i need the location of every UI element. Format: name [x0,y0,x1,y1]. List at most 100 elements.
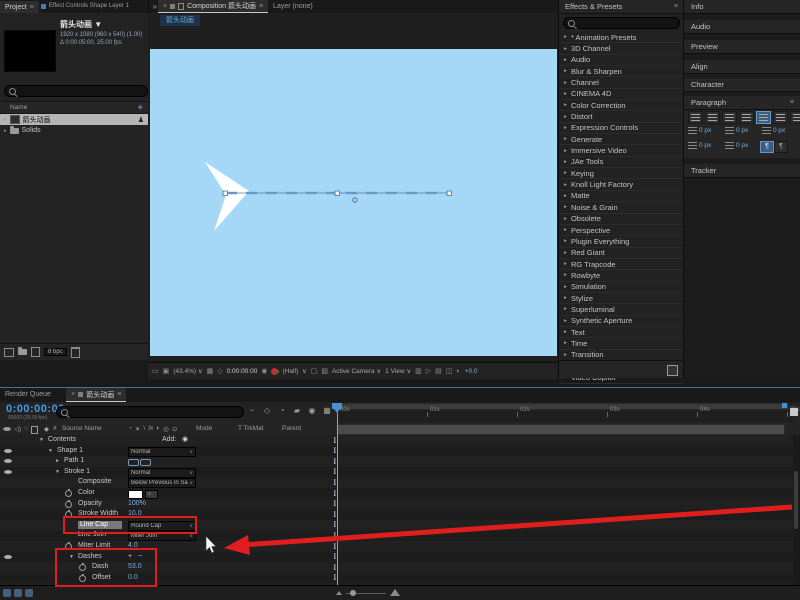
twirl-icon[interactable]: ► [563,170,568,176]
effects-category-audio[interactable]: ►Audio [559,55,684,66]
solo-column-icon[interactable]: ○ [24,425,28,434]
timeline-search-input[interactable] [56,406,244,418]
twirl-icon[interactable]: ► [563,159,568,165]
snapshot-icon[interactable]: ◉ [261,367,267,375]
new-folder-icon[interactable] [18,349,27,355]
timeline-row-contents[interactable]: ▼ContentsAdd:◉I [0,435,793,446]
twirl-icon[interactable]: ► [563,57,568,63]
property-name[interactable]: Stroke 1 [64,468,90,475]
effects-category-superluminal[interactable]: ►Superluminal [559,304,684,315]
expand-render-icon[interactable] [14,589,22,597]
effects-category-noise-grain[interactable]: ►Noise & Grain [559,202,684,213]
transparency-grid-icon[interactable]: ▨ [321,367,328,375]
timeline-row-stroke-width[interactable]: Stroke Width10.0I [0,509,793,520]
property-value[interactable]: 10.0 [128,510,142,517]
motion-blur-icon[interactable]: ◎ [163,425,169,433]
effects-panel-header[interactable]: Effects & Presets ≡ [559,0,684,14]
tab-composition[interactable]: × Composition 箭头动画 ≡ [158,0,268,14]
property-name[interactable]: Dashes [78,553,102,560]
composition-navigator-chip[interactable]: 箭头动画 [160,15,200,26]
twirl-icon[interactable]: ► [563,261,568,267]
effects-category-keying[interactable]: ►Keying [559,168,684,179]
twirl-icon[interactable]: ► [563,114,568,120]
effects-category-knoll-light-factory[interactable]: ►Knoll Light Factory [559,179,684,190]
arrowhead-shape[interactable] [205,162,249,231]
zoom-out-mountain-icon[interactable] [336,591,342,595]
effects-category-channel[interactable]: ►Channel [559,77,684,88]
zoom-slider-knob[interactable] [350,590,356,596]
twirl-icon[interactable]: ► [563,238,568,244]
panel-header-paragraph[interactable]: Paragraph ≡ [684,96,800,110]
add-icon[interactable]: ◉ [182,435,188,443]
time-ruler[interactable]: 00s01s02s03s04s05s [337,402,793,422]
comp-marker-bin-icon[interactable] [790,408,798,416]
path-vertex-handle[interactable] [223,191,228,196]
twirl-icon[interactable]: ► [563,284,568,290]
twirl-icon[interactable]: ► [563,227,568,233]
visibility-eye-icon[interactable] [4,459,12,463]
property-name[interactable]: Stroke Width [78,510,118,517]
align-button-0[interactable] [688,111,703,124]
region-of-interest-icon[interactable]: ▢ [311,367,318,375]
twirl-icon[interactable]: ► [563,80,568,86]
mini-flowchart-icon[interactable]: ~ [246,406,258,415]
pixel-aspect-icon[interactable]: ▥ [415,367,422,375]
expand-transfer-icon[interactable] [25,589,33,597]
effects-category-perspective[interactable]: ►Perspective [559,225,684,236]
paragraph-indent-field[interactable]: 0 px [725,127,748,134]
effects-category-text[interactable]: ►Text [559,327,684,338]
new-composition-icon[interactable] [31,347,40,357]
project-search-input[interactable] [4,85,148,97]
fast-previews-icon[interactable]: ▷ [426,367,431,375]
tab-layer[interactable]: Layer (none) [268,0,318,12]
add-remove-dash-buttons[interactable]: + − [128,553,144,560]
playhead-head[interactable] [332,403,342,409]
twirl-icon[interactable]: ► [563,272,568,278]
effects-category-plugin-everything[interactable]: ►Plugin Everything [559,236,684,247]
timeline-row-miter-limit[interactable]: Miter Limit4.0I [0,541,793,552]
timeline-row-dashes[interactable]: ▼Dashes+ −I [0,552,793,563]
tab-timeline-comp[interactable]: × 箭头动画 ≡ [66,388,126,403]
shy-icon[interactable]: ◔ [128,425,132,433]
timeline-row-shape-1[interactable]: ▼Shape 1Normal∨I [0,446,793,457]
effects-category-3d-channel[interactable]: ►3D Channel [559,43,684,54]
project-bpc-button[interactable]: 8 bpc [44,348,67,356]
effects-category-animation-presets[interactable]: ►* Animation Presets [559,32,684,43]
stopwatch-icon[interactable] [65,501,72,508]
3d-view-dropdown[interactable]: Active Camera ∨ [332,367,381,375]
magnification-dropdown[interactable]: (43.4%) ∨ [173,367,202,375]
property-name[interactable]: Dash [92,563,108,570]
twirl-icon[interactable]: ► [563,193,568,199]
composition-title[interactable]: 箭头动画 ▼ [60,19,142,30]
trash-icon[interactable] [71,347,80,358]
quality-icon[interactable]: \ [143,425,145,433]
twirl-icon[interactable]: ► [563,352,568,358]
paragraph-indent-field[interactable]: 0 px [725,142,748,149]
panel-menu-icon[interactable]: ≡ [117,391,121,398]
color-swatch[interactable] [128,490,143,499]
twirl-icon[interactable]: ► [563,102,568,108]
resolution-dropdown[interactable]: (Half) ∨ [282,367,306,375]
paragraph-indent-field[interactable]: 0 px [688,127,711,134]
visibility-eye-icon[interactable] [4,555,12,559]
effects-category-obsolete[interactable]: ►Obsolete [559,214,684,225]
property-name[interactable]: Path 1 [64,457,84,464]
timeline-row-path-1[interactable]: ►Path 1I [0,456,793,467]
twirl-icon[interactable]: ▸ [4,117,7,123]
effects-category-generate[interactable]: ►Generate [559,134,684,145]
number-column-header[interactable]: # [53,425,57,432]
property-name[interactable]: Line Cap [78,521,122,529]
twirl-icon[interactable]: ► [563,295,568,301]
source-name-column-header[interactable]: Source Name [62,425,102,432]
twirl-icon[interactable]: ► [55,458,60,464]
effects-category-synthetic-aperture[interactable]: ►Synthetic Aperture [559,316,684,327]
effects-category-matte[interactable]: ►Matte [559,191,684,202]
align-button-1[interactable] [705,111,720,124]
tab-effect-controls[interactable]: Effect Controls Shape Layer 1 [39,0,131,12]
align-button-2[interactable] [722,111,737,124]
path-direction-icon[interactable] [140,459,151,466]
property-value[interactable]: 0.0 [128,574,138,581]
stopwatch-icon[interactable] [79,575,86,582]
anchor-point[interactable] [353,198,357,202]
twirl-icon[interactable]: ► [563,329,568,335]
